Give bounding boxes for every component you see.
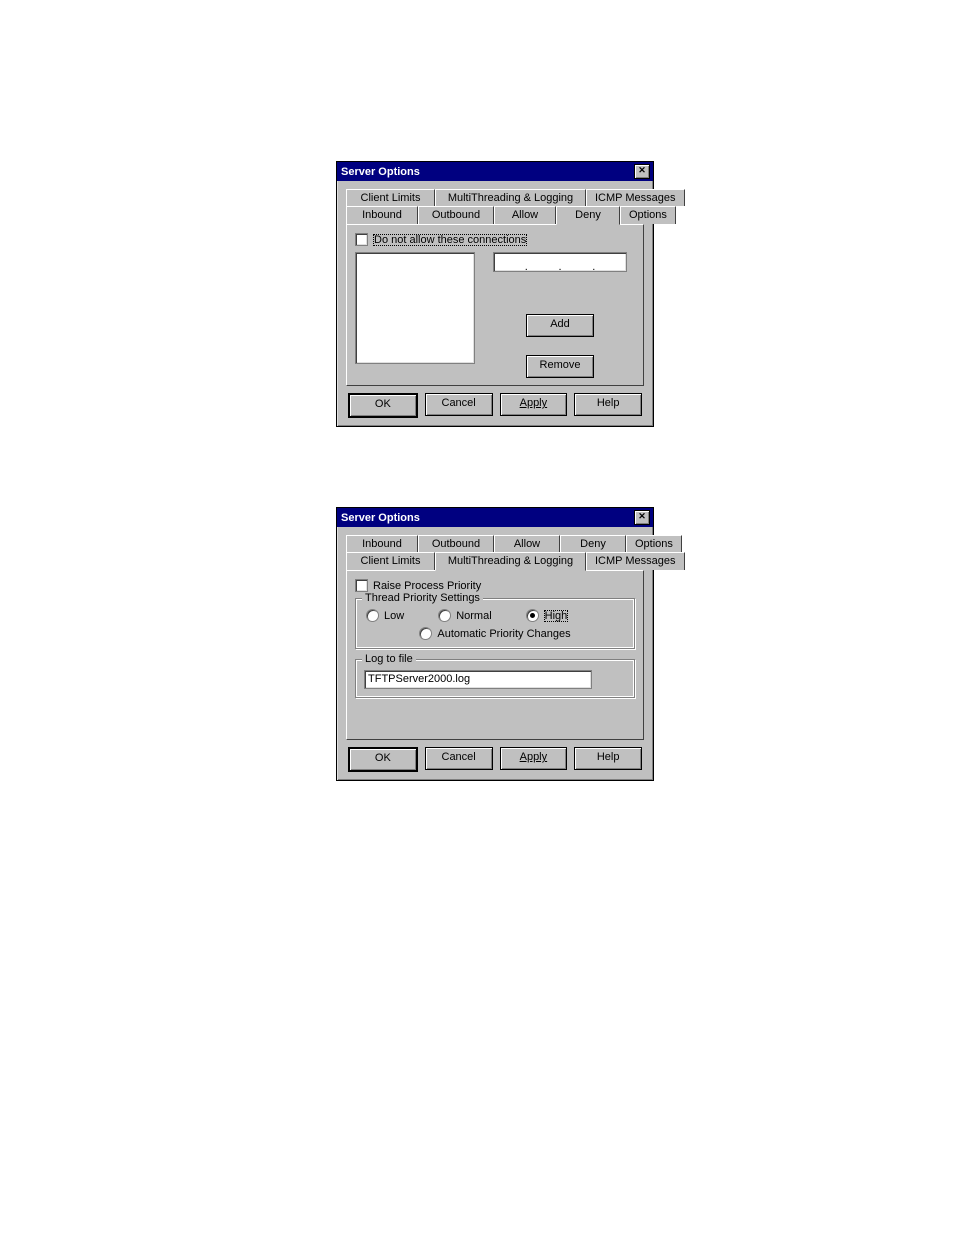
- ip-dot: .: [592, 264, 595, 270]
- deny-content-row: . . . Add Remove: [355, 252, 635, 378]
- deny-address-list[interactable]: [355, 252, 475, 364]
- apply-button[interactable]: Apply: [500, 747, 568, 770]
- remove-button[interactable]: Remove: [526, 355, 594, 378]
- help-button[interactable]: Help: [574, 747, 642, 770]
- tab-icmp-messages[interactable]: ICMP Messages: [586, 189, 685, 206]
- tab-options[interactable]: Options: [626, 535, 682, 552]
- close-icon[interactable]: ✕: [634, 510, 650, 525]
- raise-priority-row: Raise Process Priority: [355, 579, 635, 592]
- radio-high-label: High: [544, 610, 569, 622]
- tab-row-front: Client Limits MultiThreading & Logging I…: [346, 552, 644, 570]
- radio-auto-item[interactable]: Automatic Priority Changes: [419, 627, 570, 640]
- ok-button[interactable]: OK: [348, 747, 418, 772]
- tab-row-back: Inbound Outbound Allow Deny Options: [346, 535, 644, 552]
- raise-priority-label: Raise Process Priority: [373, 580, 481, 592]
- dialog-button-row: OK Cancel Apply Help: [346, 393, 644, 418]
- tab-multithreading-logging[interactable]: MultiThreading & Logging: [435, 552, 586, 571]
- window-title: Server Options: [340, 166, 420, 178]
- ip-dot: .: [525, 264, 528, 270]
- client-area: Inbound Outbound Allow Deny Options Clie…: [337, 527, 653, 780]
- radio-auto-label: Automatic Priority Changes: [437, 628, 570, 640]
- deny-checkbox-row: Do not allow these connections: [355, 233, 635, 246]
- radio-normal[interactable]: [438, 609, 451, 622]
- tab-client-limits[interactable]: Client Limits: [346, 189, 435, 206]
- log-file-group: Log to file TFTPServer2000.log: [355, 659, 635, 698]
- radio-normal-label: Normal: [456, 610, 491, 622]
- tab-panel-multithreading: Raise Process Priority Thread Priority S…: [346, 570, 644, 740]
- titlebar: Server Options ✕: [337, 508, 653, 527]
- tab-outbound[interactable]: Outbound: [418, 206, 494, 224]
- tab-multithreading-logging[interactable]: MultiThreading & Logging: [435, 189, 586, 206]
- deny-controls-column: . . . Add Remove: [485, 252, 635, 378]
- ip-dot: .: [558, 264, 561, 270]
- radio-low-label: Low: [384, 610, 404, 622]
- tab-row-back: Client Limits MultiThreading & Logging I…: [346, 189, 644, 206]
- tab-inbound[interactable]: Inbound: [346, 535, 418, 552]
- help-button[interactable]: Help: [574, 393, 642, 416]
- dialog-button-row: OK Cancel Apply Help: [346, 747, 644, 772]
- ok-button[interactable]: OK: [348, 393, 418, 418]
- client-area: Client Limits MultiThreading & Logging I…: [337, 181, 653, 426]
- radio-normal-item[interactable]: Normal: [438, 609, 491, 622]
- radio-high-item[interactable]: High: [526, 609, 569, 622]
- cancel-button[interactable]: Cancel: [425, 747, 493, 770]
- thread-priority-group: Thread Priority Settings Low Normal High: [355, 598, 635, 649]
- tab-allow[interactable]: Allow: [494, 206, 556, 224]
- tab-client-limits[interactable]: Client Limits: [346, 552, 435, 570]
- priority-radio-row2: Automatic Priority Changes: [364, 627, 626, 640]
- tab-inbound[interactable]: Inbound: [346, 206, 418, 224]
- priority-radio-row: Low Normal High: [364, 609, 626, 622]
- tab-deny[interactable]: Deny: [556, 206, 620, 225]
- titlebar: Server Options ✕: [337, 162, 653, 181]
- close-icon[interactable]: ✕: [634, 164, 650, 179]
- cancel-button[interactable]: Cancel: [425, 393, 493, 416]
- log-file-input[interactable]: TFTPServer2000.log: [364, 670, 592, 689]
- log-file-group-label: Log to file: [362, 653, 416, 665]
- tab-outbound[interactable]: Outbound: [418, 535, 494, 552]
- tab-deny[interactable]: Deny: [560, 535, 626, 552]
- deny-connections-label: Do not allow these connections: [373, 234, 527, 246]
- raise-priority-checkbox[interactable]: [355, 579, 368, 592]
- server-options-dialog-deny: Server Options ✕ Client Limits MultiThre…: [336, 161, 654, 427]
- tab-options[interactable]: Options: [620, 206, 676, 224]
- thread-priority-group-label: Thread Priority Settings: [362, 592, 483, 604]
- deny-connections-checkbox[interactable]: [355, 233, 368, 246]
- radio-low[interactable]: [366, 609, 379, 622]
- add-button[interactable]: Add: [526, 314, 594, 337]
- tab-row-front: Inbound Outbound Allow Deny Options: [346, 206, 644, 224]
- tab-icmp-messages[interactable]: ICMP Messages: [586, 552, 685, 570]
- radio-high[interactable]: [526, 609, 539, 622]
- window-title: Server Options: [340, 512, 420, 524]
- tab-panel-deny: Do not allow these connections . . . Add…: [346, 224, 644, 386]
- ip-address-input[interactable]: . . .: [493, 252, 627, 272]
- server-options-dialog-multithreading: Server Options ✕ Inbound Outbound Allow …: [336, 507, 654, 781]
- radio-low-item[interactable]: Low: [366, 609, 404, 622]
- apply-button[interactable]: Apply: [500, 393, 568, 416]
- tab-allow[interactable]: Allow: [494, 535, 560, 552]
- radio-auto[interactable]: [419, 627, 432, 640]
